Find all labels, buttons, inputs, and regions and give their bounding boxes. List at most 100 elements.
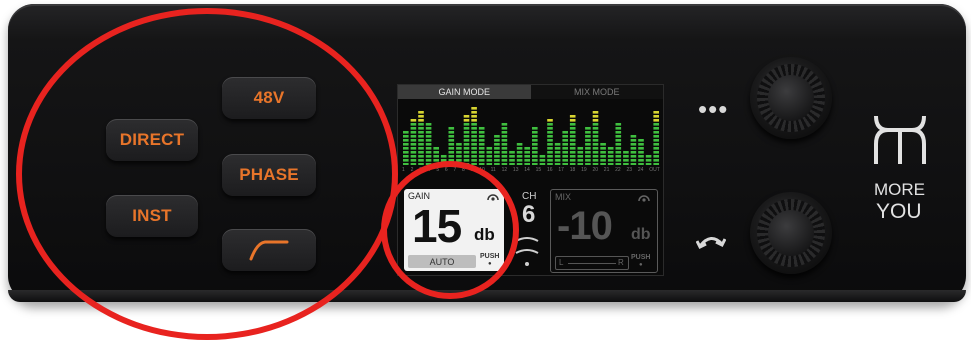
meter-segment <box>478 147 485 150</box>
meter-segment <box>615 143 622 146</box>
meter-segment <box>585 127 591 130</box>
meter-segment <box>410 127 417 130</box>
meter-segment <box>630 155 637 158</box>
knob-indicator-icon <box>487 194 499 201</box>
meter-segment <box>577 151 584 154</box>
meter-segment <box>456 163 462 165</box>
mode-tabs: GAIN MODE MIX MODE <box>398 85 663 99</box>
meter-segment <box>509 163 515 165</box>
meter-segment <box>653 139 659 142</box>
link-arcs-icon <box>515 237 539 266</box>
meter-segment <box>501 127 508 130</box>
meter-segment <box>516 147 523 150</box>
meter-segment <box>569 127 576 130</box>
meter-segment <box>569 123 576 126</box>
meter-segment <box>554 163 561 165</box>
meter-segment <box>653 143 659 146</box>
meter-segment <box>403 135 409 138</box>
channel-number: 17 <box>558 167 564 173</box>
meter-segment <box>418 111 424 114</box>
meter-segment <box>463 119 470 122</box>
meter-segment <box>463 147 470 150</box>
channel-number: 19 <box>581 167 587 173</box>
high-pass-filter-button[interactable] <box>222 229 316 271</box>
meter-segment <box>418 155 424 158</box>
phantom-48v-button[interactable]: 48V <box>222 77 316 119</box>
meter-segment <box>448 159 455 162</box>
channel-number: 1 <box>402 167 405 173</box>
meter-segment <box>410 131 417 134</box>
meter-segment <box>403 143 409 146</box>
meter-segment <box>448 127 455 130</box>
meter-segment <box>592 123 599 126</box>
meter-segment <box>638 163 644 165</box>
meter-segment <box>433 147 439 150</box>
meter-segment <box>494 151 500 154</box>
meter-segment <box>471 119 477 122</box>
meter-segment <box>418 115 424 118</box>
meter-segment <box>532 131 538 134</box>
tab-mix-mode[interactable]: MIX MODE <box>530 85 663 99</box>
phase-button[interactable]: PHASE <box>222 154 316 196</box>
meter-segment <box>456 147 462 150</box>
meter-segment <box>463 143 470 146</box>
meter-segment <box>418 163 424 165</box>
meter-segment <box>539 159 546 162</box>
meter-segment <box>471 155 477 158</box>
meter-segment <box>403 147 409 150</box>
meter-segment <box>478 155 485 158</box>
meter-segment <box>463 135 470 138</box>
channel-number: 22 <box>615 167 621 173</box>
channel-number: 5 <box>436 167 440 173</box>
meter-segment <box>585 143 591 146</box>
meter-segment <box>486 163 493 165</box>
meter-segment <box>471 127 477 130</box>
pan-bar: L R <box>555 256 629 270</box>
meter-segment <box>501 163 508 165</box>
meter-segment <box>494 147 500 150</box>
meter-segment <box>532 163 538 165</box>
meter-segment <box>539 155 546 158</box>
meter-segment <box>448 139 455 142</box>
auto-button[interactable]: AUTO <box>408 255 476 268</box>
meter-segment <box>607 147 614 150</box>
top-rotary-knob[interactable] <box>750 57 832 139</box>
meter-segment <box>501 139 508 142</box>
meter-segment <box>615 163 622 165</box>
meter-segment <box>403 131 409 134</box>
inst-button[interactable]: INST <box>106 195 198 237</box>
channel-number: 9 <box>470 167 474 173</box>
auto-label: AUTO <box>429 256 455 267</box>
channel-number: 2 <box>410 167 414 173</box>
meter-segment <box>592 151 599 154</box>
meter-segment <box>463 131 470 134</box>
meter-segment <box>630 135 637 138</box>
meter-segment <box>653 123 659 126</box>
meter-segment <box>547 151 553 154</box>
meter-segment <box>653 111 659 114</box>
meter-segment <box>569 163 576 165</box>
meter-segment <box>653 115 659 118</box>
tab-gain-mode[interactable]: GAIN MODE <box>398 85 531 99</box>
meter-segment <box>448 143 455 146</box>
meter-segment <box>456 143 462 146</box>
meter-segment <box>494 155 500 158</box>
direct-button[interactable]: DIRECT <box>106 119 198 161</box>
meter-segment <box>418 131 424 134</box>
meter-segment <box>516 151 523 154</box>
meter-segment <box>600 147 606 150</box>
meter-segment <box>569 139 576 142</box>
meter-segment <box>410 151 417 154</box>
channel-number: 24 <box>637 167 644 173</box>
meter-segment <box>501 151 508 154</box>
meter-segment <box>592 127 599 130</box>
bottom-rotary-knob[interactable] <box>750 192 832 274</box>
meter-segment <box>410 147 417 150</box>
meter-segment <box>478 151 485 154</box>
meter-segment <box>456 159 462 162</box>
meter-segment <box>562 159 568 162</box>
meter-segment <box>433 155 439 158</box>
meter-segment <box>638 151 644 154</box>
meter-segment <box>471 163 477 165</box>
meter-segment <box>471 111 477 114</box>
